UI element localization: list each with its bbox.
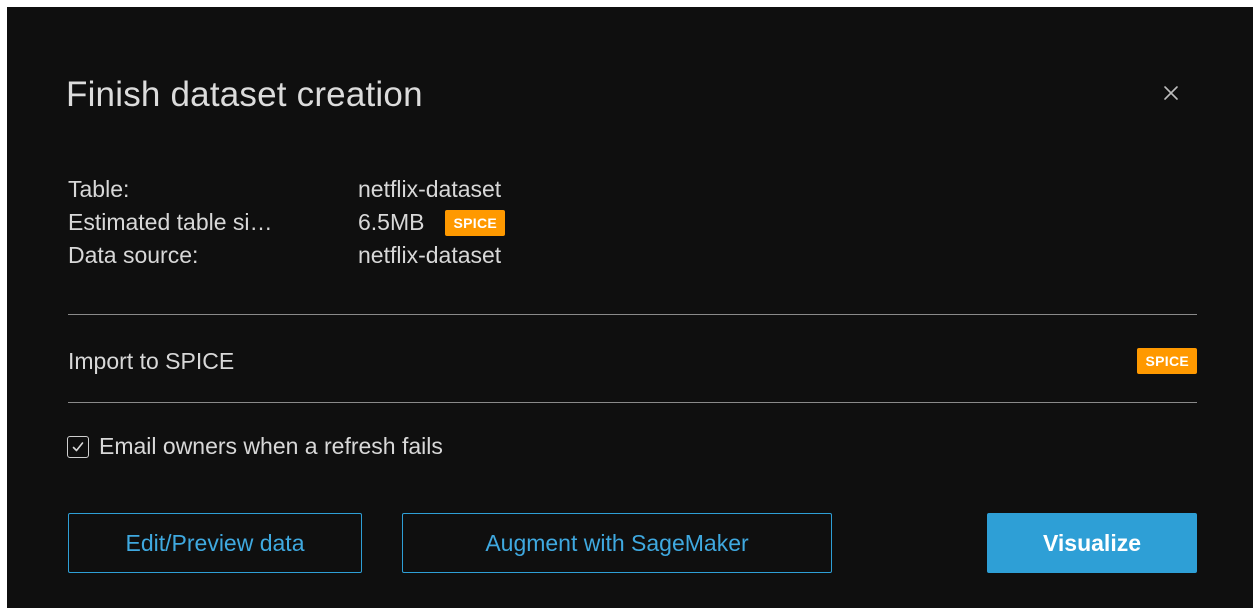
info-row-size: Estimated table si… 6.5MB SPICE (68, 206, 505, 239)
email-owners-label: Email owners when a refresh fails (99, 433, 443, 459)
dataset-info: Table: netflix-dataset Estimated table s… (68, 173, 505, 272)
dialog-title: Finish dataset creation (66, 75, 423, 114)
import-label: Import to SPICE (68, 347, 235, 374)
checkmark-icon (72, 441, 84, 451)
spice-badge: SPICE (1137, 348, 1197, 374)
email-owners-option[interactable]: Email owners when a refresh fails (67, 433, 443, 460)
info-value: netflix-dataset (358, 176, 502, 202)
info-row-table: Table: netflix-dataset (68, 173, 505, 206)
info-label: Estimated table si… (68, 209, 273, 235)
email-owners-checkbox[interactable] (67, 435, 89, 458)
close-button[interactable] (1159, 81, 1183, 105)
finish-dataset-dialog: Finish dataset creation Table: netflix-d… (7, 7, 1253, 608)
info-row-data-source: Data source: netflix-dataset (68, 239, 505, 272)
close-icon (1164, 86, 1178, 100)
augment-with-sagemaker-button[interactable]: Augment with SageMaker (402, 513, 832, 573)
info-value: netflix-dataset (358, 242, 502, 268)
info-value: 6.5MB (358, 209, 425, 235)
spice-badge: SPICE (445, 209, 505, 236)
divider (68, 314, 1197, 315)
divider (68, 402, 1197, 403)
info-label: Data source: (68, 242, 199, 268)
import-mode-row[interactable]: Import to SPICE SPICE (68, 343, 1197, 379)
edit-preview-data-button[interactable]: Edit/Preview data (68, 513, 362, 573)
info-label: Table: (68, 176, 130, 202)
visualize-button[interactable]: Visualize (987, 513, 1197, 573)
